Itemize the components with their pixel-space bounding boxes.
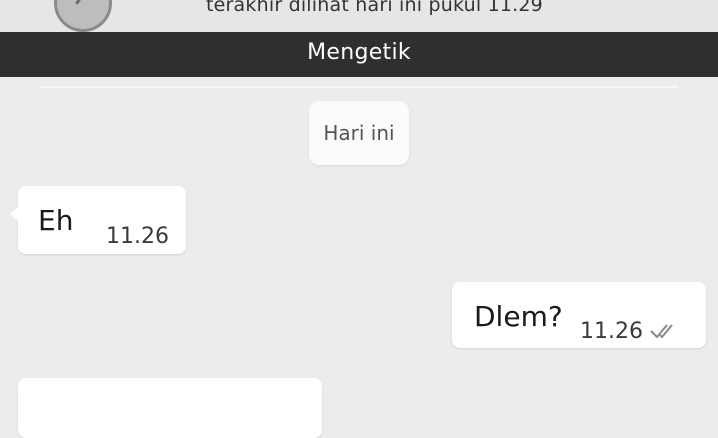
contact-avatar[interactable] <box>54 0 112 32</box>
message-bubble-incoming[interactable]: Eh 11.26 <box>10 186 186 254</box>
date-separator: Hari ini <box>309 101 409 165</box>
message-bubble-outgoing[interactable]: Dlem? 11.26 <box>452 282 706 348</box>
double-check-icon <box>650 324 673 339</box>
contact-bar[interactable]: terakhir dilihat hari ini pukul 11.29 <box>0 0 718 32</box>
chat-header: Mengetik <box>0 32 718 77</box>
message-time: 11.26 <box>580 319 643 344</box>
message-text: Dlem? <box>474 300 563 333</box>
message-text: Eh <box>38 204 74 237</box>
avatar-image-icon <box>75 0 96 13</box>
last-seen-status: terakhir dilihat hari ini pukul 11.29 <box>206 0 543 16</box>
header-divider <box>40 86 678 88</box>
message-bubble-incoming[interactable] <box>18 378 322 438</box>
message-time: 11.26 <box>106 224 169 249</box>
typing-indicator: Mengetik <box>307 40 411 65</box>
